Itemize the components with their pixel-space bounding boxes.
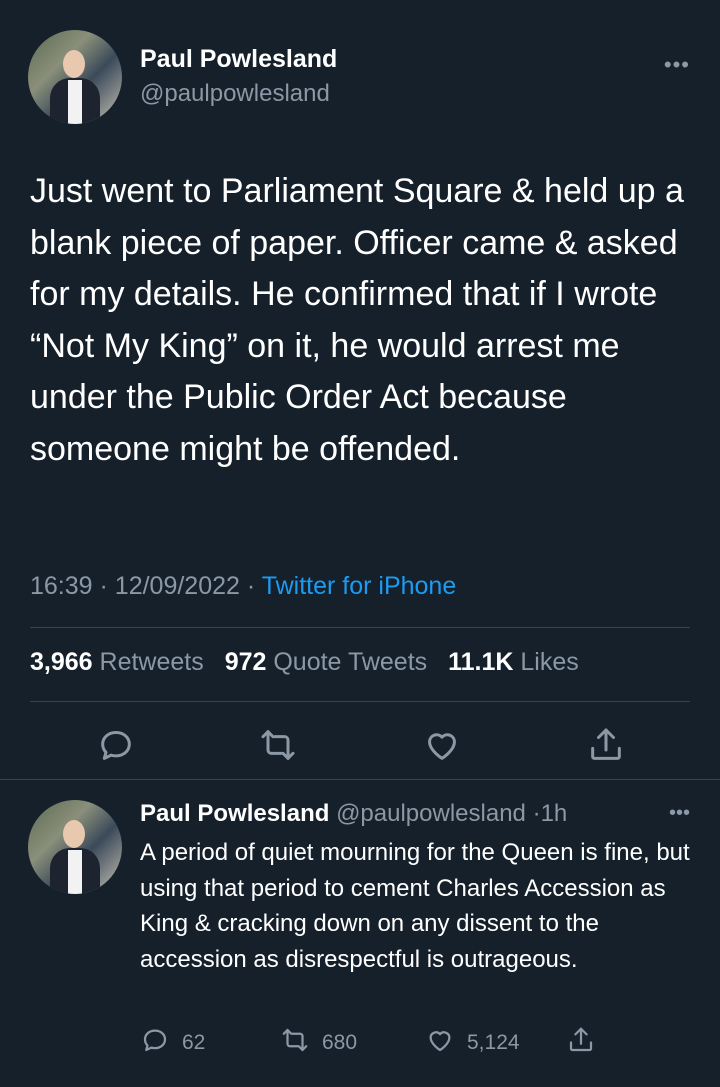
quotes-label: Quote Tweets <box>273 648 428 676</box>
divider <box>30 627 690 628</box>
reply-author-name[interactable]: Paul Powlesland <box>140 800 329 827</box>
avatar[interactable] <box>28 800 122 894</box>
retweets-stat[interactable]: 3,966 Retweets <box>30 648 204 676</box>
more-icon[interactable]: ••• <box>669 802 690 825</box>
meta-separator: · <box>99 572 115 600</box>
reply-actions: 62 680 5,124 <box>0 1025 720 1065</box>
share-icon[interactable] <box>586 725 626 765</box>
tweet-source-link[interactable]: Twitter for iPhone <box>262 572 457 600</box>
quotes-count: 972 <box>224 648 267 676</box>
likes-count: 11.1K <box>448 648 514 676</box>
share-icon <box>566 1025 596 1061</box>
reply-like-action[interactable]: 5,124 <box>425 1025 520 1061</box>
tweet-text: Just went to Parliament Square & held up… <box>30 172 684 468</box>
retweet-icon[interactable] <box>258 725 298 765</box>
like-icon <box>425 1025 455 1061</box>
likes-stat[interactable]: 11.1K Likes <box>448 648 579 676</box>
reply-retweet-action[interactable]: 680 <box>280 1025 357 1061</box>
retweet-icon <box>280 1025 310 1061</box>
avatar-figure-shirt <box>68 850 82 894</box>
more-icon[interactable]: ••• <box>664 52 690 78</box>
retweets-label: Retweets <box>99 648 204 676</box>
reply-header: Paul Powlesland @paulpowlesland ·1h <box>140 800 567 828</box>
reply-share-action[interactable] <box>566 1025 596 1061</box>
reply-replies-count: 62 <box>182 1031 206 1054</box>
reply-reply-action[interactable]: 62 <box>140 1025 205 1061</box>
reply-likes-count: 5,124 <box>467 1031 520 1054</box>
reply-icon[interactable] <box>96 725 136 765</box>
reply-retweets-count: 680 <box>322 1031 358 1054</box>
reply-author-handle[interactable]: @paulpowlesland <box>336 800 526 827</box>
meta-separator: · <box>246 572 262 600</box>
like-icon[interactable] <box>422 725 462 765</box>
quotes-stat[interactable]: 972 Quote Tweets <box>225 648 427 676</box>
reply-age: 1h <box>540 800 568 827</box>
tweet-meta: 16:39 · 12/09/2022 · Twitter for iPhone <box>30 572 456 601</box>
tweet-date: 12/09/2022 <box>114 572 240 600</box>
avatar-figure-face <box>63 50 85 78</box>
divider <box>30 701 690 702</box>
author-handle[interactable]: @paulpowlesland <box>140 80 330 108</box>
avatar[interactable] <box>28 30 122 124</box>
retweets-count: 3,966 <box>30 648 93 676</box>
reply-icon <box>140 1025 170 1061</box>
avatar-figure-shirt <box>68 80 82 124</box>
reply-separator: · <box>532 800 541 827</box>
reply-tweet[interactable]: Paul Powlesland @paulpowlesland ·1h ••• … <box>0 780 720 1087</box>
reply-text: A period of quiet mourning for the Queen… <box>140 839 690 973</box>
author-name[interactable]: Paul Powlesland <box>140 45 337 74</box>
avatar-figure-face <box>63 820 85 848</box>
tweet-actions <box>0 715 720 775</box>
likes-label: Likes <box>520 648 579 676</box>
main-tweet: Paul Powlesland @paulpowlesland ••• Just… <box>0 0 720 780</box>
tweet-time: 16:39 <box>30 572 93 600</box>
tweet-stats: 3,966 Retweets 972 Quote Tweets 11.1K Li… <box>30 648 579 677</box>
